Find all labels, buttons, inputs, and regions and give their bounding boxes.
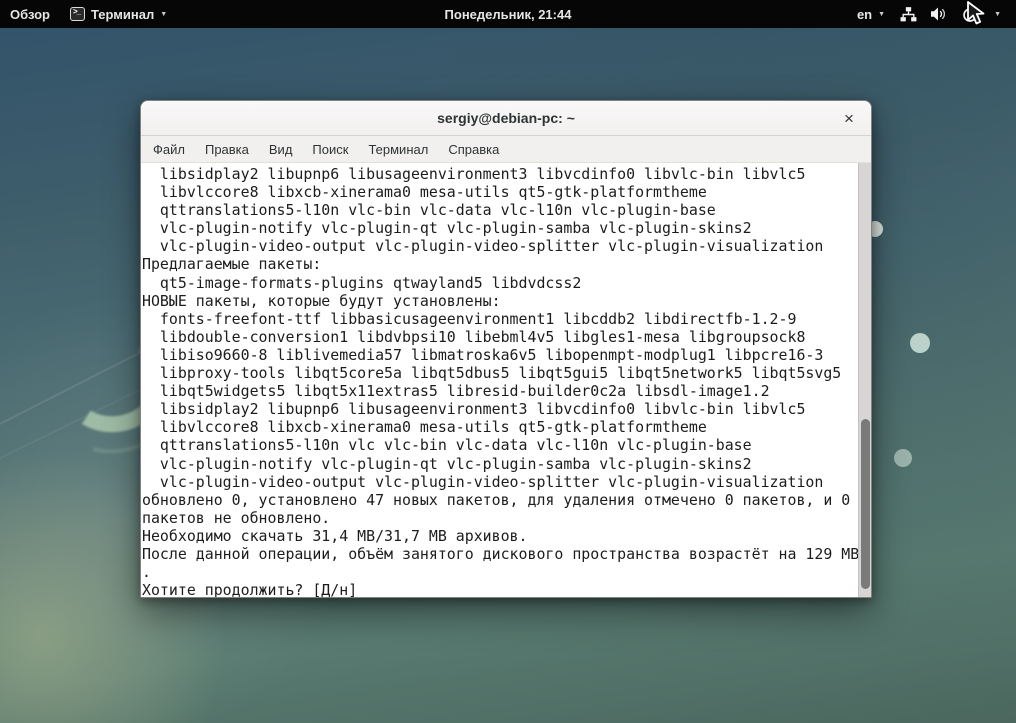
terminal-output[interactable]: libsidplay2 libupnp6 libusageenvironment… <box>141 163 858 598</box>
menu-terminal[interactable]: Терминал <box>358 136 438 162</box>
volume-icon <box>930 6 948 22</box>
app-menu-label: Терминал <box>91 7 154 22</box>
chevron-down-icon: ▼ <box>878 11 885 18</box>
keyboard-layout-label: en <box>857 7 872 22</box>
top-bar: Обзор >_ Терминал ▼ Понедельник, 21:44 e… <box>0 0 1016 28</box>
activities-label: Обзор <box>10 7 50 22</box>
menu-file[interactable]: Файл <box>143 136 195 162</box>
window-title: sergiy@debian-pc: ~ <box>141 110 871 126</box>
network-wired-icon <box>900 6 917 23</box>
power-icon <box>961 6 979 23</box>
terminal-app-icon: >_ <box>70 7 85 21</box>
app-menu-button[interactable]: >_ Терминал ▼ <box>60 0 177 28</box>
menu-search[interactable]: Поиск <box>302 136 358 162</box>
menu-bar: Файл Правка Вид Поиск Терминал Справка <box>141 136 871 163</box>
wallpaper-dot <box>894 449 912 467</box>
system-status-area[interactable] <box>892 0 987 28</box>
system-menu-chevron[interactable]: ▼ <box>987 0 1008 28</box>
menu-edit[interactable]: Правка <box>195 136 259 162</box>
scrollbar-track[interactable] <box>858 163 871 598</box>
chevron-down-icon: ▼ <box>160 11 167 18</box>
activities-button[interactable]: Обзор <box>0 0 60 28</box>
title-bar[interactable]: sergiy@debian-pc: ~ × <box>141 101 871 136</box>
chevron-down-icon: ▼ <box>994 11 1001 18</box>
menu-view[interactable]: Вид <box>259 136 303 162</box>
terminal-window: sergiy@debian-pc: ~ × Файл Правка Вид По… <box>140 100 872 598</box>
menu-help[interactable]: Справка <box>438 136 509 162</box>
terminal-body: libsidplay2 libupnp6 libusageenvironment… <box>141 163 871 598</box>
wallpaper-dot <box>910 333 930 353</box>
close-button[interactable]: × <box>835 101 863 136</box>
keyboard-layout-button[interactable]: en ▼ <box>850 0 892 28</box>
scrollbar-thumb[interactable] <box>861 419 870 589</box>
